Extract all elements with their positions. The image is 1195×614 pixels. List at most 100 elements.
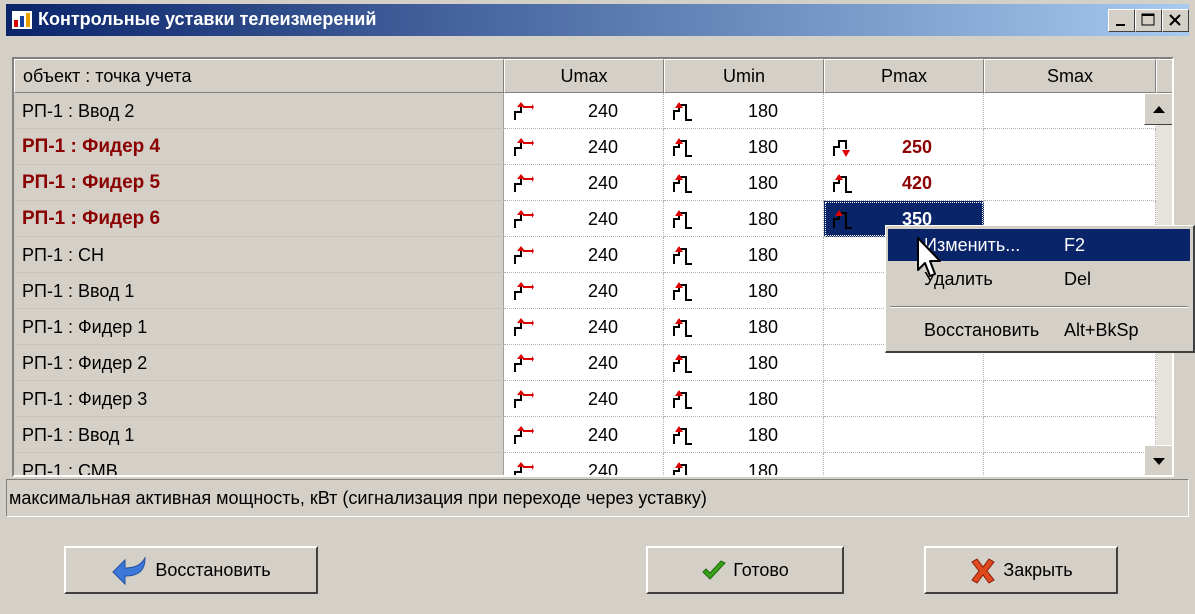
cell-umax[interactable]: 240 [504, 201, 664, 237]
cell-smax[interactable] [984, 417, 1156, 453]
column-header-pmax[interactable]: Pmax [824, 59, 984, 93]
umax-value: 240 [588, 425, 619, 445]
cell-umax[interactable]: 240 [504, 93, 664, 129]
threshold-over-icon [514, 462, 534, 475]
cell-umin[interactable]: 180 [664, 165, 824, 201]
cell-umin[interactable]: 180 [664, 273, 824, 309]
cell-object[interactable]: РП-1 : СН [14, 237, 504, 273]
threshold-under-icon [673, 210, 692, 229]
close-button[interactable]: Закрыть [924, 546, 1118, 594]
cell-object[interactable]: РП-1 : Ввод 2 [14, 93, 504, 129]
umax-value: 240 [588, 137, 619, 157]
scroll-up-button[interactable] [1144, 93, 1172, 125]
arrow-down-icon [1153, 458, 1165, 465]
cell-umax[interactable]: 240 [504, 273, 664, 309]
back-arrow-icon [112, 556, 146, 586]
cell-object[interactable]: РП-1 : Фидер 4 [14, 129, 504, 165]
cell-umin[interactable]: 180 [664, 381, 824, 417]
minimize-icon [1116, 24, 1125, 26]
cell-umax[interactable]: 240 [504, 165, 664, 201]
cell-umin[interactable]: 180 [664, 93, 824, 129]
column-header-umin[interactable]: Umin [664, 59, 824, 93]
object-name: РП-1 : Ввод 2 [22, 101, 135, 121]
object-name: РП-1 : Ввод 1 [22, 281, 135, 301]
umin-value: 180 [748, 173, 779, 193]
table-row[interactable]: РП-1 : Ввод 1 240 180 [14, 417, 1156, 453]
cell-umax[interactable]: 240 [504, 309, 664, 345]
cell-umin[interactable]: 180 [664, 453, 824, 475]
cell-umax[interactable]: 240 [504, 453, 664, 477]
cell-umax[interactable]: 240 [504, 129, 664, 165]
cell-umax[interactable]: 240 [504, 237, 664, 273]
done-button[interactable]: Готово [646, 546, 844, 594]
umin-value: 180 [748, 317, 779, 337]
menu-item-restore[interactable]: Восстановить Alt+BkSp [888, 314, 1190, 346]
title-bar[interactable]: Контрольные уставки телеизмерений [6, 4, 1189, 36]
threshold-over-icon [514, 282, 534, 300]
cell-pmax[interactable] [824, 381, 984, 417]
cell-umax[interactable]: 240 [504, 345, 664, 381]
cell-pmax[interactable] [824, 453, 984, 475]
table-row[interactable]: РП-1 : Фидер 4 240 180 250 [14, 129, 1156, 165]
umin-value: 180 [748, 389, 779, 409]
table-row[interactable]: РП-1 : Ввод 2 240 180 [14, 93, 1156, 129]
cell-object[interactable]: РП-1 : Фидер 3 [14, 381, 504, 417]
maximize-button[interactable] [1135, 9, 1162, 32]
cell-umin[interactable]: 180 [664, 201, 824, 237]
cell-object[interactable]: РП-1 : Фидер 1 [14, 309, 504, 345]
cell-umin[interactable]: 180 [664, 237, 824, 273]
menu-item-restore-shortcut: Alt+BkSp [1064, 320, 1139, 340]
umax-value: 240 [588, 461, 619, 477]
cell-umin[interactable]: 180 [664, 129, 824, 165]
threshold-over-icon [514, 210, 534, 228]
cell-object[interactable]: РП-1 : Ввод 1 [14, 417, 504, 453]
close-window-button[interactable] [1162, 9, 1189, 32]
cell-umin[interactable]: 180 [664, 309, 824, 345]
threshold-over-icon [514, 426, 534, 444]
cell-umax[interactable]: 240 [504, 381, 664, 417]
cell-umax[interactable]: 240 [504, 417, 664, 453]
table-row[interactable]: РП-1 : Фидер 3 240 180 [14, 381, 1156, 417]
cell-object[interactable]: РП-1 : Фидер 2 [14, 345, 504, 381]
threshold-down-icon [833, 140, 850, 157]
close-button-label: Закрыть [1003, 560, 1073, 580]
minimize-button[interactable] [1108, 9, 1135, 32]
cell-smax[interactable] [984, 129, 1156, 165]
column-header-smax[interactable]: Smax [984, 59, 1156, 93]
threshold-under-icon [673, 138, 692, 157]
cell-pmax[interactable] [824, 417, 984, 453]
cell-object[interactable]: РП-1 : Фидер 5 [14, 165, 504, 201]
threshold-over-icon [514, 318, 534, 336]
table-row[interactable]: РП-1 : Фидер 5 240 180 420 [14, 165, 1156, 201]
threshold-over-icon [514, 174, 534, 192]
cell-smax[interactable] [984, 93, 1156, 129]
threshold-under-icon [673, 174, 692, 193]
scroll-down-button[interactable] [1144, 445, 1172, 475]
cell-object[interactable]: РП-1 : Ввод 1 [14, 273, 504, 309]
restore-button[interactable]: Восстановить [64, 546, 318, 594]
arrow-up-icon [1153, 106, 1165, 113]
umax-value: 240 [588, 101, 619, 121]
cell-object[interactable]: РП-1 : СМВ [14, 453, 504, 475]
table-row[interactable]: РП-1 : СМВ 240 180 [14, 453, 1156, 477]
cell-smax[interactable] [984, 381, 1156, 417]
cell-object[interactable]: РП-1 : Фидер 6 [14, 201, 504, 237]
cell-smax[interactable] [984, 165, 1156, 201]
umax-value: 240 [588, 317, 619, 337]
done-button-label: Готово [733, 560, 789, 580]
cell-umin[interactable]: 180 [664, 417, 824, 453]
threshold-under-icon [673, 462, 687, 475]
umin-value: 180 [748, 281, 779, 301]
umin-value: 180 [748, 101, 779, 121]
cell-pmax[interactable] [824, 93, 984, 129]
threshold-over-icon [514, 102, 534, 120]
cell-pmax[interactable]: 250 [824, 129, 984, 165]
column-header-object[interactable]: объект : точка учета [14, 59, 504, 93]
mouse-pointer-icon [917, 237, 941, 277]
cell-umin[interactable]: 180 [664, 345, 824, 381]
pmax-value: 420 [902, 173, 933, 193]
cell-pmax[interactable]: 420 [824, 165, 984, 201]
umin-value: 180 [748, 353, 779, 373]
cell-smax[interactable] [984, 453, 1156, 475]
column-header-umax[interactable]: Umax [504, 59, 664, 93]
